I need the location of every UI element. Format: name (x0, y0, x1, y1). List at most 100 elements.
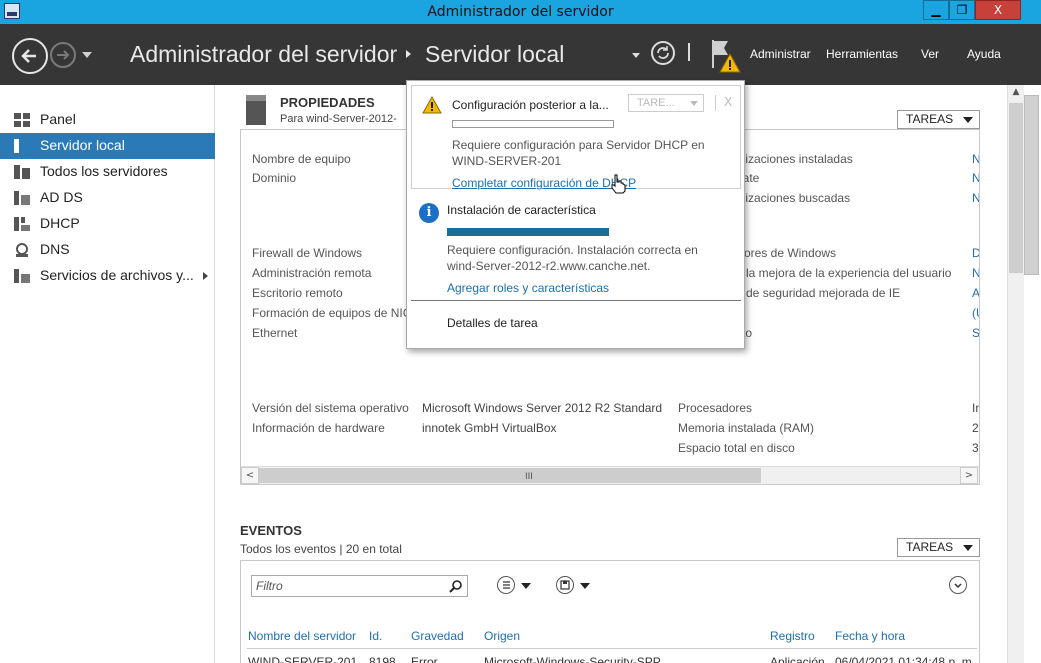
prop-value-windows-update[interactable]: N (972, 171, 979, 185)
back-arrow-icon (21, 49, 36, 63)
breadcrumb-current: Servidor local (425, 41, 565, 67)
dns-icon (16, 243, 28, 257)
dashboard-icon (14, 113, 30, 127)
list-icon (503, 581, 510, 589)
column-header-server-name[interactable]: Nombre del servidor (248, 629, 356, 643)
scroll-grip-icon: III (525, 472, 533, 482)
forward-button[interactable] (50, 42, 76, 68)
column-header-id[interactable]: Id. (369, 629, 382, 643)
notification-text: Requiere configuración para Servidor DHC… (452, 138, 705, 152)
sidebar-item-dhcp[interactable]: DHCP (0, 211, 215, 237)
refresh-button[interactable] (651, 41, 675, 65)
close-button[interactable]: X (975, 0, 1021, 20)
notification-tasks-dropdown[interactable]: TARE... (628, 94, 704, 112)
breadcrumb-root[interactable]: Administrador del servidor (130, 41, 397, 68)
add-roles-features-link[interactable]: Agregar roles y características (447, 281, 609, 295)
outer-vertical-scrollbar[interactable] (1024, 85, 1041, 663)
prop-value-ceip[interactable]: N (972, 266, 979, 280)
save-query-button[interactable] (556, 576, 574, 594)
prop-value-timezone[interactable]: S (972, 326, 979, 340)
properties-title: PROPIEDADES (280, 95, 375, 110)
filter-input[interactable]: Filtro (251, 575, 468, 597)
events-title: EVENTOS (240, 523, 302, 538)
prop-value-ie-esc[interactable]: A (972, 286, 979, 300)
sidebar-item-servicios-de-archivos[interactable]: Servicios de archivos y... (0, 263, 215, 289)
flag-warning-icon (712, 40, 741, 73)
chevron-down-icon[interactable] (580, 583, 590, 589)
expand-button[interactable] (949, 576, 967, 594)
prop-label-processors: Procesadores (678, 401, 753, 415)
warning-icon (422, 96, 442, 114)
menu-ayuda[interactable]: Ayuda (967, 47, 1001, 61)
prop-value-installed-updates[interactable]: N (972, 152, 979, 166)
events-tasks-button[interactable]: TAREAS (897, 538, 980, 557)
server-properties-icon (246, 95, 266, 125)
header-bar: Administrador del servidor Servidor loca… (0, 24, 1041, 85)
sidebar-item-label: Todos los servidores (40, 163, 168, 179)
column-header-source[interactable]: Origen (484, 629, 520, 643)
column-header-date-time[interactable]: Fecha y hora (835, 629, 905, 643)
column-header-log[interactable]: Registro (770, 629, 815, 643)
prop-label-os-version: Versión del sistema operativo (252, 401, 409, 415)
scroll-thumb[interactable]: III (259, 468, 761, 483)
notifications-popup: Configuración posterior a la... TARE... … (406, 80, 745, 349)
expand-arrow-icon[interactable] (203, 272, 208, 280)
sidebar-item-panel[interactable]: Panel (0, 107, 215, 133)
sidebar-item-ad-ds[interactable]: AD DS (0, 185, 215, 211)
notification-text: wind-Server-2012-r2.www.canche.net. (447, 259, 651, 273)
menu-herramientas[interactable]: Herramientas (826, 47, 898, 61)
tasks-label: TARE... (637, 97, 675, 109)
scroll-thumb[interactable] (1024, 95, 1039, 275)
minimize-button[interactable]: ▁ (923, 0, 949, 20)
prop-value-windows-errors[interactable]: D (972, 246, 979, 260)
scroll-thumb[interactable] (1009, 103, 1023, 273)
prop-value-disk: 3 (972, 441, 979, 455)
sidebar-item-todos-los-servidores[interactable]: Todos los servidores (0, 159, 215, 185)
sidebar-item-servidor-local[interactable]: Servidor local (0, 133, 215, 159)
complete-dhcp-config-link[interactable]: Completar configuración de DHCP (452, 176, 636, 190)
notification-card-post-config: Configuración posterior a la... TARE... … (411, 85, 741, 190)
prop-label-searched-updates: alizaciones buscadas (736, 191, 851, 205)
window-title: Administrador del servidor (427, 4, 614, 20)
search-icon[interactable] (449, 579, 463, 593)
breadcrumb-dropdown-icon[interactable] (632, 53, 640, 58)
prop-value-extra[interactable]: (U (972, 306, 979, 320)
notification-text: WIND-SERVER-201 (452, 154, 562, 168)
column-header-severity[interactable]: Gravedad (411, 629, 464, 643)
maximize-button[interactable]: ❐ (949, 0, 975, 20)
sidebar-item-label: Panel (40, 111, 76, 127)
prop-label-domain: Dominio (252, 171, 297, 185)
sidebar-item-label: DNS (40, 241, 70, 257)
tasks-label: TAREAS (906, 112, 954, 126)
chevron-down-icon[interactable] (521, 583, 531, 589)
ad-ds-icon (14, 191, 30, 205)
chevron-down-icon (963, 117, 973, 123)
notification-text: Requiere configuración. Instalación corr… (447, 243, 698, 257)
sidebar-item-label: Servidor local (40, 137, 125, 153)
scroll-left-button[interactable]: < (241, 467, 259, 484)
back-button[interactable] (12, 38, 48, 74)
event-cell-log: Aplicación (770, 655, 825, 663)
scroll-right-button[interactable]: > (960, 467, 978, 484)
title-bar: Administrador del servidor ▁ ❐ X (0, 0, 1041, 24)
prop-value-searched-updates[interactable]: N (972, 191, 979, 205)
properties-horizontal-scrollbar[interactable]: < III > (241, 466, 979, 484)
event-cell-date-time: 06/04/2021 01:34:48 p. m. (835, 655, 976, 663)
scroll-up-icon[interactable]: ▲ (1009, 87, 1023, 101)
sidebar: Panel Servidor local Todos los servidore… (0, 85, 215, 663)
properties-tasks-button[interactable]: TAREAS (897, 110, 980, 129)
header-divider (688, 43, 690, 61)
main-vertical-scrollbar[interactable]: ▲ (1007, 85, 1024, 663)
menu-administrar[interactable]: Administrar (750, 47, 811, 61)
hand-cursor-icon (611, 174, 626, 194)
all-servers-icon (14, 165, 30, 179)
list-options-button[interactable] (497, 576, 515, 594)
notifications-flag-button[interactable] (710, 38, 741, 73)
sidebar-item-label: DHCP (40, 215, 80, 231)
history-dropdown-icon[interactable] (82, 52, 92, 58)
sidebar-item-dns[interactable]: DNS (0, 237, 215, 263)
prop-label-remote-admin: Administración remota (252, 266, 372, 280)
dismiss-notification-button[interactable]: X (724, 95, 732, 109)
task-details-link[interactable]: Detalles de tarea (447, 316, 538, 330)
menu-ver[interactable]: Ver (921, 47, 939, 61)
